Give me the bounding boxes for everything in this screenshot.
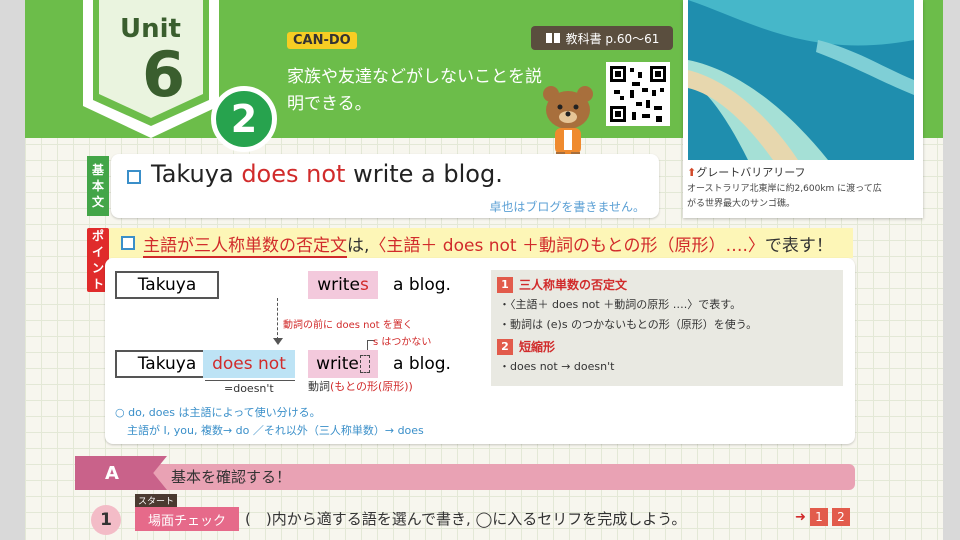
row1-verb-base: write xyxy=(317,275,360,295)
summary-text-1: ・〈主語＋ does not ＋動詞の原形 ….〉で表す。 xyxy=(499,298,742,311)
point-text-c: 〈主語＋ does not ＋動詞のもとの形（原形）….〉 xyxy=(369,236,765,256)
textbook-ref: 教科書 p.60〜61 xyxy=(531,26,673,50)
doesnt-line xyxy=(205,380,295,381)
photo-card: ⬆グレートバリアリーフ オーストラリア北東岸に約2,600km に渡って広がる世… xyxy=(683,0,923,218)
insert-arrow-line xyxy=(277,298,278,340)
sentence-part: write a blog. xyxy=(345,160,503,188)
verb-label: 動詞(もとの形(原形)) xyxy=(308,378,413,394)
note-no-s: s はつかない xyxy=(373,337,432,348)
point-checkbox[interactable] xyxy=(121,236,135,250)
section-a-tag: A xyxy=(75,456,167,490)
cando-label: CAN-DO xyxy=(287,32,357,49)
row2-rest: a blog. xyxy=(393,354,451,374)
row1-subject: Takuya xyxy=(115,271,219,299)
row1-verb: write s xyxy=(308,271,378,299)
textbook-page: Unit 6 2 CAN-DO 家族や友達などがしないことを説明できる。 教科書… xyxy=(25,0,943,540)
empty-s-slot xyxy=(359,355,370,373)
basic-sentence-box: Takuya does not write a blog. 卓也はブログを書きま… xyxy=(111,154,659,218)
summary-box: 1 三人称単数の否定文 ・〈主語＋ does not ＋動詞の原形 ….〉で表す。… xyxy=(491,270,843,386)
usage-note-2: 主語が I, you, 複数→ do ／それ以外（三人称単数）→ does xyxy=(127,424,424,437)
point-text-b: は, xyxy=(347,236,370,256)
photo-title-text: グレートバリアリーフ xyxy=(696,166,806,179)
scene-check-label: 場面チェック xyxy=(135,507,239,531)
reference-links: ➜ 1 2 xyxy=(795,508,850,526)
tag-char: イ xyxy=(91,245,104,259)
row1-verb-s: s xyxy=(359,275,369,295)
bear-mascot xyxy=(543,86,593,162)
ref-2[interactable]: 2 xyxy=(831,508,850,526)
photo-title: ⬆グレートバリアリーフ xyxy=(687,164,806,180)
textbook-ref-label: 教科書 p.60〜61 xyxy=(565,31,660,46)
basic-sentence: Takuya does not write a blog. xyxy=(151,160,503,188)
point-text: 主語が三人称単数の否定文は,〈主語＋ does not ＋動詞のもとの形（原形）… xyxy=(143,231,833,258)
question-instruction: ( )内から適する語を選んで書き, ◯に入るセリフを完成しよう。 xyxy=(245,510,687,528)
usage-note: ○ do, does は主語によって使い分ける。 主語が I, you, 複数→… xyxy=(115,404,424,440)
note-insert: 動詞の前に does not を置く xyxy=(283,320,413,331)
arrow-up-icon: ⬆ xyxy=(687,166,697,179)
summary-num-2: 2 xyxy=(497,338,513,355)
ref-1[interactable]: 1 xyxy=(809,508,828,526)
tag-char: ポ xyxy=(91,229,104,243)
sentence-highlight: does not xyxy=(241,160,346,188)
sentence-part: Takuya xyxy=(151,160,242,188)
row2-aux: does not xyxy=(203,350,295,378)
start-label: スタート xyxy=(135,494,178,507)
tag-char: ン xyxy=(91,261,104,275)
summary-heading-2: 2 短縮形 xyxy=(497,338,555,355)
part-number: 2 xyxy=(211,86,277,152)
summary-text-2: ・動詞は (e)s のつかないもとの形（原形）を使う。 xyxy=(499,318,758,331)
tag-char: 基 xyxy=(91,163,104,177)
point-text-d: で表す！ xyxy=(764,236,833,256)
basic-checkbox[interactable] xyxy=(127,170,141,184)
book-icon xyxy=(545,33,560,43)
summary-heading-1-text: 三人称単数の否定文 xyxy=(519,278,628,292)
tag-char: 文 xyxy=(91,195,104,209)
reef-photo xyxy=(688,0,914,160)
section-a-title: 基本を確認する！ xyxy=(171,468,292,486)
arrow-right-icon: ➜ xyxy=(795,509,806,525)
tag-char: ト xyxy=(91,277,104,291)
question-number: 1 xyxy=(91,505,121,535)
insert-arrow-head xyxy=(273,338,283,345)
qr-code[interactable] xyxy=(606,62,670,126)
summary-text-3: ・does not → doesn't xyxy=(499,360,615,373)
summary-heading-1: 1 三人称単数の否定文 xyxy=(497,276,627,293)
unit-number: 6 xyxy=(142,38,186,111)
row2-verb: write xyxy=(308,350,378,378)
basic-translation: 卓也はブログを書きません。 xyxy=(489,200,645,214)
doesnt-note: =doesn't xyxy=(224,382,274,395)
summary-heading-2-text: 短縮形 xyxy=(519,340,556,354)
row1-rest: a blog. xyxy=(393,275,451,295)
tag-char: 本 xyxy=(91,179,104,193)
usage-note-1: ○ do, does は主語によって使い分ける。 xyxy=(115,406,321,419)
row2-verb-text: write xyxy=(316,354,359,374)
basic-sentence-tag: 基 本 文 xyxy=(87,156,109,216)
photo-caption: オーストラリア北東岸に約2,600km に渡って広がる世界最大のサンゴ礁。 xyxy=(687,184,882,209)
verb-label-text: 動詞 xyxy=(308,380,330,393)
cando-text: 家族や友達などがしないことを説明できる。 xyxy=(287,67,542,114)
verb-label-red: (もとの形(原形)) xyxy=(330,380,413,393)
summary-num-1: 1 xyxy=(497,276,513,293)
point-heading: 主語が三人称単数の否定文は,〈主語＋ does not ＋動詞のもとの形（原形）… xyxy=(109,228,853,258)
point-text-a: 主語が三人称単数の否定文 xyxy=(143,236,347,258)
